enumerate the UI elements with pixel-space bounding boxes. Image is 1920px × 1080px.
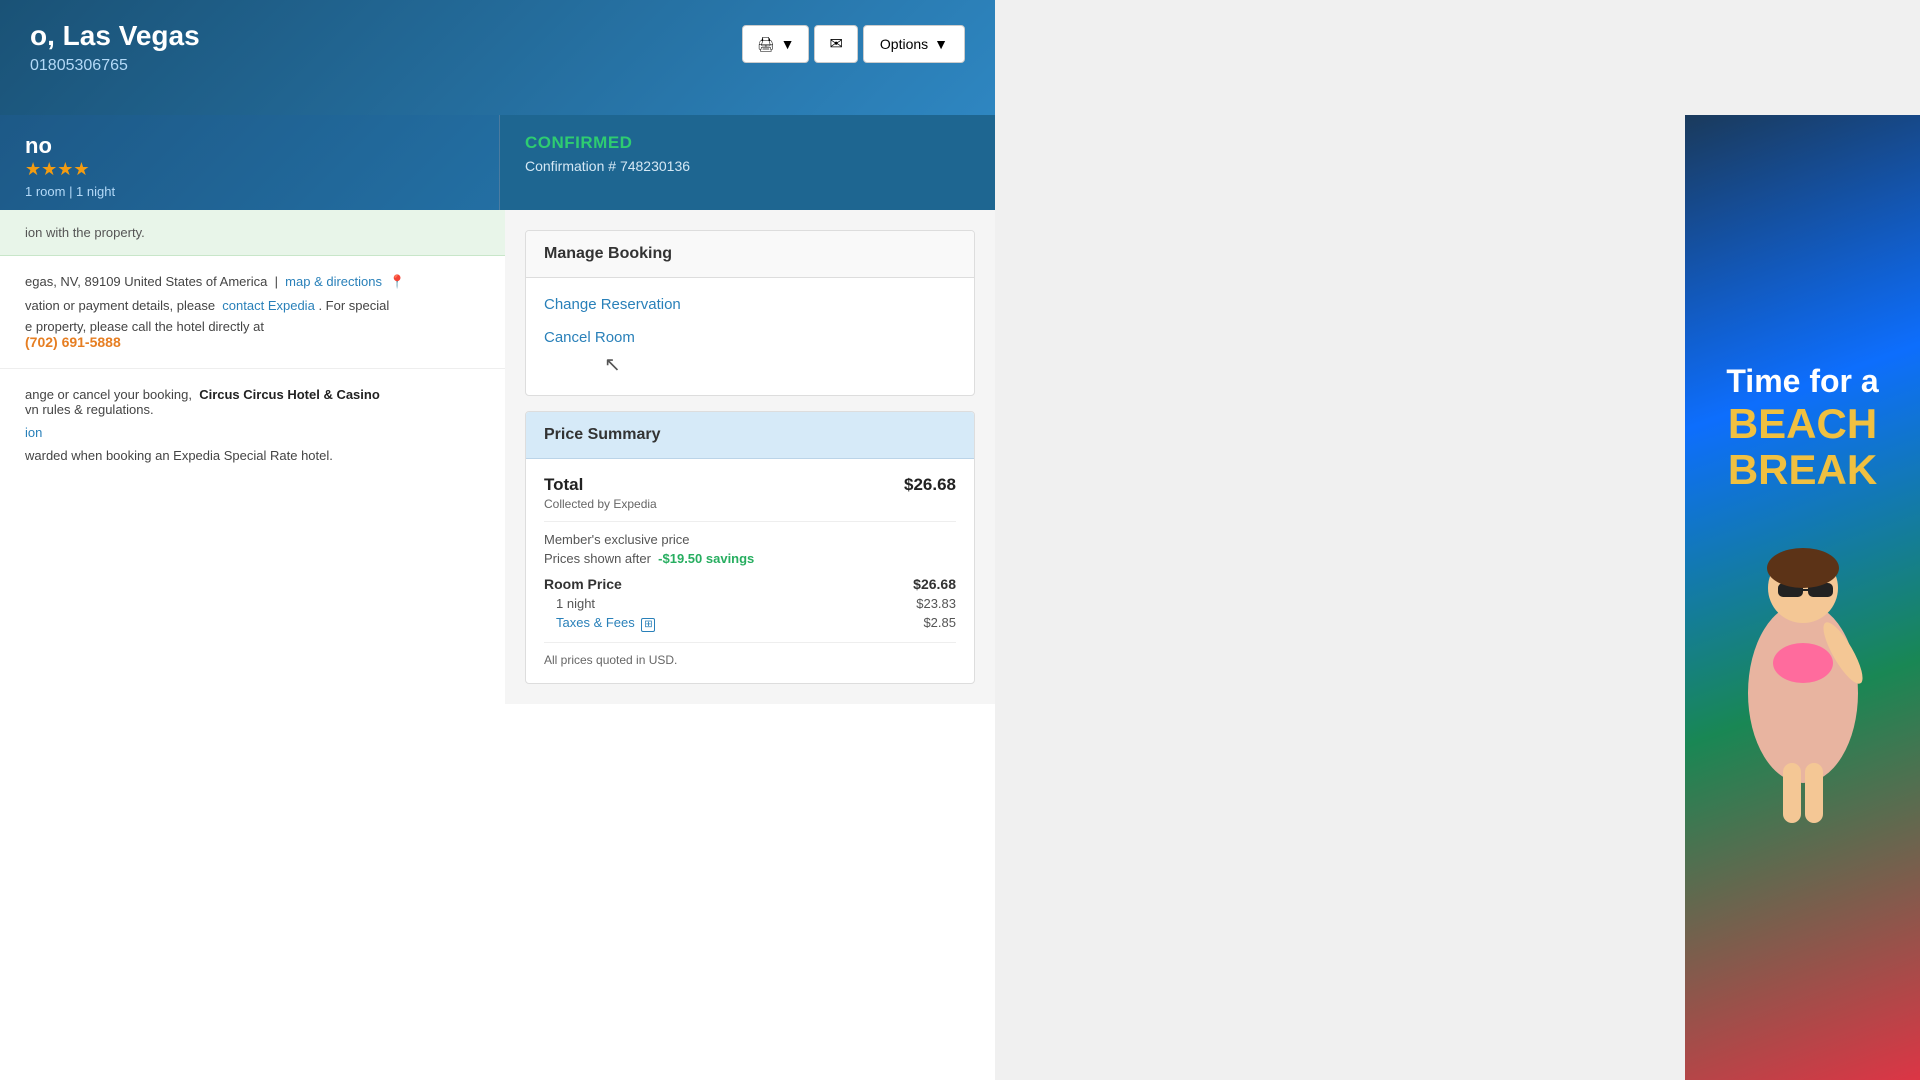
night-amount: $23.83	[916, 596, 956, 611]
collected-by: Collected by Expedia	[544, 497, 657, 511]
contact-suffix: . For special	[318, 298, 389, 313]
taxes-label: Taxes & Fees ⊞	[556, 615, 655, 632]
email-button[interactable]: ✉	[814, 25, 857, 63]
room-price-section: Room Price $26.68 1 night $23.83 Taxes &…	[544, 576, 956, 632]
confirmation-value: 748230136	[620, 158, 690, 174]
confirmation-label: Confirmation #	[525, 158, 616, 174]
price-summary-body: Total Collected by Expedia $26.68 Member…	[526, 459, 974, 683]
print-dropdown-icon: ▼	[781, 36, 795, 52]
price-summary-header: Price Summary	[526, 412, 974, 459]
manage-booking-header: Manage Booking	[526, 231, 974, 278]
ad-image: Time for a BEACH BREAK	[1685, 115, 1920, 1080]
ad-woman-graphic	[1723, 513, 1883, 833]
print-icon: 🖨	[757, 36, 775, 53]
taxes-info-icon[interactable]: ⊞	[641, 618, 655, 632]
confirmation-section: no ★★★★ 1 room | 1 night CONFIRMED Confi…	[0, 115, 995, 210]
star-rating: ★★★★	[25, 159, 90, 180]
header-bar: o, Las Vegas 01805306765 🖨 ▼ ✉ Options ▼	[0, 0, 995, 115]
ad-line2: BEACH	[1728, 401, 1877, 447]
room-price-amount: $26.68	[913, 576, 956, 592]
room-nights: 1 room | 1 night	[25, 184, 474, 199]
price-summary-card: Price Summary Total Collected by Expedia…	[525, 411, 975, 684]
taxes-row: Taxes & Fees ⊞ $2.85	[544, 615, 956, 632]
manage-booking-body: Change Reservation Cancel Room ↖	[526, 278, 974, 395]
cancellation-policy-link[interactable]: ion	[25, 425, 42, 440]
contact-prefix: vation or payment details, please	[25, 298, 215, 313]
options-label: Options	[880, 36, 928, 52]
taxes-fees-link[interactable]: Taxes & Fees	[556, 615, 635, 630]
total-row: Total Collected by Expedia $26.68	[544, 475, 956, 522]
total-label: Total	[544, 475, 657, 495]
right-panel: Manage Booking Change Reservation Cancel…	[505, 210, 995, 704]
usd-note: All prices quoted in USD.	[544, 642, 956, 667]
page-wrapper: o, Las Vegas 01805306765 🖨 ▼ ✉ Options ▼…	[0, 0, 1920, 1080]
cursor-indicator: ↖	[604, 354, 621, 376]
header-actions: 🖨 ▼ ✉ Options ▼	[742, 25, 965, 63]
night-label: 1 night	[556, 596, 595, 611]
ad-panel: Time for a BEACH BREAK	[1685, 115, 1920, 1080]
savings-amount: -$19.50 savings	[658, 551, 754, 566]
map-directions-link[interactable]: map & directions	[285, 274, 382, 289]
confirmation-number: Confirmation # 748230136	[525, 158, 970, 174]
ad-line1: Time for a	[1726, 362, 1878, 400]
cancel-prefix: ange or cancel your booking,	[25, 387, 192, 402]
total-amount: $26.68	[904, 475, 956, 495]
cancel-room-link[interactable]: Cancel Room	[544, 329, 956, 346]
taxes-amount: $2.85	[923, 615, 956, 632]
total-left: Total Collected by Expedia	[544, 475, 657, 511]
contact-expedia-link[interactable]: contact Expedia	[222, 298, 315, 313]
hotel-bold-name: Circus Circus Hotel & Casino	[199, 387, 380, 402]
savings-prefix: Prices shown after	[544, 551, 651, 566]
confirmed-block: CONFIRMED Confirmation # 748230136	[500, 115, 995, 210]
room-price-label: Room Price	[544, 576, 622, 592]
night-row: 1 night $23.83	[544, 596, 956, 611]
savings-line: Prices shown after -$19.50 savings	[544, 551, 956, 566]
options-button[interactable]: Options ▼	[863, 25, 965, 63]
email-icon: ✉	[829, 36, 842, 53]
confirmed-status: CONFIRMED	[525, 133, 970, 153]
hotel-short-name: no	[25, 133, 474, 159]
address-text: egas, NV, 89109 United States of America	[25, 274, 267, 289]
manage-booking-card: Manage Booking Change Reservation Cancel…	[525, 230, 975, 396]
room-price-row: Room Price $26.68	[544, 576, 956, 592]
hotel-info-block: no ★★★★ 1 room | 1 night	[0, 115, 500, 210]
options-dropdown-icon: ▼	[934, 36, 948, 52]
change-reservation-link[interactable]: Change Reservation	[544, 296, 956, 313]
property-call-prefix: e property, please call the hotel direct…	[25, 319, 264, 334]
ad-line3: BREAK	[1728, 447, 1877, 493]
print-button[interactable]: 🖨 ▼	[742, 25, 810, 63]
member-exclusive: Member's exclusive price	[544, 532, 956, 547]
